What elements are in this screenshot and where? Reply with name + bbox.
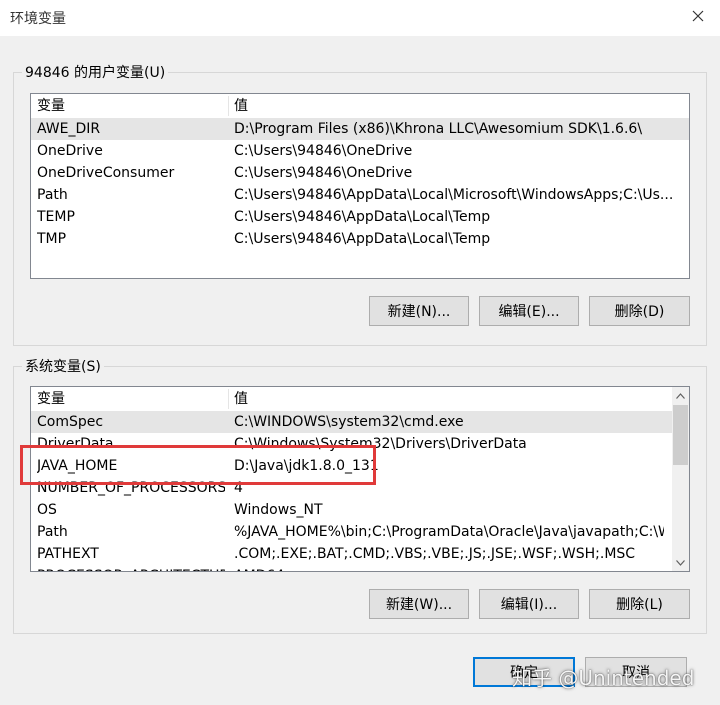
variable-value: %JAVA_HOME%\bin;C:\ProgramData\Oracle\Ja… <box>234 524 664 540</box>
column-header-value[interactable]: 值 <box>234 387 248 411</box>
user-new-button[interactable]: 新建(N)... <box>369 296 469 326</box>
scroll-thumb[interactable] <box>673 405 688 465</box>
variable-value: C:\Users\94846\AppData\Local\Temp <box>234 231 491 247</box>
variable-value: C:\Users\94846\AppData\Local\Microsoft\W… <box>234 187 674 203</box>
window-title: 环境变量 <box>10 11 66 27</box>
variable-name: PROCESSOR_ARCHITECTURE <box>37 565 225 571</box>
system-vars-scrollbar[interactable] <box>672 387 689 571</box>
variable-value: C:\Users\94846\OneDrive <box>234 165 413 181</box>
user-vars-header: 变量 值 <box>31 94 689 118</box>
variable-name: TMP <box>37 231 67 247</box>
table-row[interactable]: OneDriveConsumer C:\Users\94846\OneDrive <box>31 162 689 184</box>
close-icon <box>692 10 704 22</box>
system-vars-group-label: 系统变量(S) <box>22 356 104 376</box>
table-row[interactable]: Path %JAVA_HOME%\bin;C:\ProgramData\Oracl… <box>31 521 672 543</box>
table-row[interactable]: TMP C:\Users\94846\AppData\Local\Temp <box>31 228 689 250</box>
table-row[interactable]: PROCESSOR_ARCHITECTURE AMD64 <box>31 565 672 571</box>
table-row[interactable]: Path C:\Users\94846\AppData\Local\Microso… <box>31 184 689 206</box>
table-row[interactable]: TEMP C:\Users\94846\AppData\Local\Temp <box>31 206 689 228</box>
variable-value: AMD64 <box>234 565 664 571</box>
watermark: 知乎 @Unintended <box>512 666 695 690</box>
variable-name: OneDrive <box>37 143 103 159</box>
table-row[interactable]: AWE_DIR D:\Program Files (x86)\Khrona LLC… <box>31 118 689 140</box>
scroll-down-button[interactable] <box>672 554 689 571</box>
variable-name: OneDriveConsumer <box>37 165 175 181</box>
table-row[interactable]: OneDrive C:\Users\94846\OneDrive <box>31 140 689 162</box>
system-vars-rows: ComSpec C:\WINDOWS\system32\cmd.exe Driver… <box>31 411 672 571</box>
system-edit-button[interactable]: 编辑(I)... <box>479 589 579 619</box>
table-row[interactable]: OS Windows_NT <box>31 499 672 521</box>
variable-name: OS <box>37 502 57 518</box>
system-vars-header: 变量 值 <box>31 387 672 411</box>
variable-name: ComSpec <box>37 414 104 430</box>
variable-value: C:\Users\94846\AppData\Local\Temp <box>234 209 491 225</box>
system-new-button[interactable]: 新建(W)... <box>369 589 469 619</box>
close-button[interactable] <box>676 0 720 32</box>
variable-name: Path <box>37 187 68 203</box>
java-home-highlight <box>20 445 376 485</box>
table-row[interactable]: PATHEXT .COM;.EXE;.BAT;.CMD;.VBS;.VBE;.JS… <box>31 543 672 565</box>
user-vars-group-label: 94846 的用户变量(U) <box>22 62 169 82</box>
title-bar: 环境变量 <box>0 0 720 36</box>
column-header-variable[interactable]: 变量 <box>37 387 227 411</box>
variable-name: AWE_DIR <box>37 121 101 137</box>
variable-name: PATHEXT <box>37 546 99 562</box>
scroll-up-button[interactable] <box>672 387 689 404</box>
variable-value: C:\Users\94846\OneDrive <box>234 143 413 159</box>
chevron-down-icon <box>676 559 685 566</box>
variable-name: Path <box>37 524 68 540</box>
user-vars-rows: AWE_DIR D:\Program Files (x86)\Khrona LLC… <box>31 118 689 250</box>
variable-value: .COM;.EXE;.BAT;.CMD;.VBS;.VBE;.JS;.JSE;.… <box>234 546 636 562</box>
column-header-variable[interactable]: 变量 <box>37 94 227 118</box>
chevron-up-icon <box>676 392 685 399</box>
variable-value: D:\Program Files (x86)\Khrona LLC\Awesom… <box>234 121 643 137</box>
variable-value: Windows_NT <box>234 502 323 518</box>
variable-name: TEMP <box>37 209 75 225</box>
variable-value: C:\WINDOWS\system32\cmd.exe <box>234 414 464 430</box>
user-delete-button[interactable]: 删除(D) <box>589 296 690 326</box>
table-row[interactable]: ComSpec C:\WINDOWS\system32\cmd.exe <box>31 411 672 433</box>
user-edit-button[interactable]: 编辑(E)... <box>479 296 579 326</box>
column-header-value[interactable]: 值 <box>234 94 248 118</box>
system-delete-button[interactable]: 删除(L) <box>589 589 690 619</box>
user-vars-list[interactable]: 变量 值 AWE_DIR D:\Program Files (x86)\Khron… <box>30 93 690 279</box>
